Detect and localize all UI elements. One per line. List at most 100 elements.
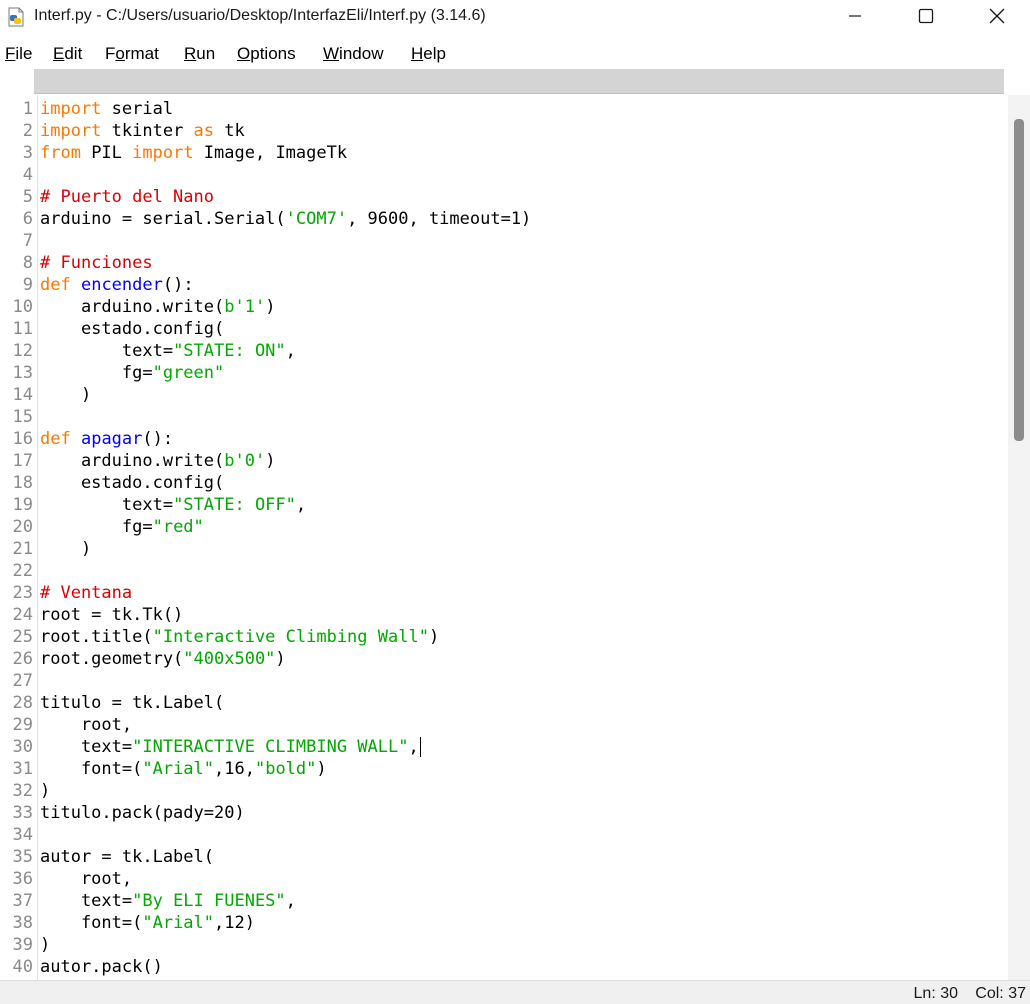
scrollbar-thumb[interactable] xyxy=(1014,119,1024,441)
code-line: import serial xyxy=(40,98,173,120)
code-line: from PIL import Image, ImageTk xyxy=(40,142,347,164)
line-number: 29 xyxy=(12,715,33,735)
maximize-button[interactable] xyxy=(891,0,961,32)
code-line: ) xyxy=(40,384,91,406)
line-number: 24 xyxy=(12,605,33,625)
code-line: arduino.write(b'1') xyxy=(40,296,276,318)
code-token: root = tk.Tk() xyxy=(40,605,184,625)
menu-file[interactable]: File xyxy=(5,44,32,64)
code-token: ) xyxy=(316,759,327,779)
code-line: arduino.write(b'0') xyxy=(40,450,276,472)
close-icon xyxy=(989,8,1005,24)
line-number: 28 xyxy=(12,693,33,713)
code-token: ) xyxy=(265,451,276,471)
menu-options[interactable]: Options xyxy=(237,44,296,64)
vertical-scrollbar[interactable] xyxy=(1008,95,1030,980)
code-token: serial xyxy=(101,99,174,119)
menu-edit[interactable]: Edit xyxy=(53,44,82,64)
code-token: arduino.write( xyxy=(40,297,225,317)
code-token: ,12) xyxy=(214,913,255,933)
code-token: , 9600, timeout=1) xyxy=(347,209,532,229)
code-context-bar xyxy=(34,69,1004,94)
code-line: # Funciones xyxy=(40,252,153,274)
code-token: tkinter xyxy=(101,121,194,141)
code-token: ) xyxy=(40,781,51,801)
code-token: autor.pack() xyxy=(40,957,163,977)
code-line: font=("Arial",12) xyxy=(40,912,255,934)
code-token: font=( xyxy=(40,913,143,933)
code-token: , xyxy=(408,737,419,757)
line-number: 32 xyxy=(12,781,33,801)
code-token: fg= xyxy=(40,363,153,383)
code-line: ) xyxy=(40,934,50,956)
code-line: text="STATE: ON", xyxy=(40,340,296,362)
code-token: b'0' xyxy=(224,451,266,471)
code-token: "STATE: ON" xyxy=(173,341,286,361)
code-token: "By ELI FUENES" xyxy=(132,891,286,911)
code-line: root.title("Interactive Climbing Wall") xyxy=(40,626,439,648)
code-token: root.title( xyxy=(40,627,153,647)
code-line: arduino = serial.Serial('COM7', 9600, ti… xyxy=(40,208,531,230)
code-token: ) xyxy=(40,539,92,559)
minimize-button[interactable] xyxy=(820,0,890,32)
line-number: 8 xyxy=(22,253,33,273)
line-number: 7 xyxy=(22,231,33,251)
code-line: import tkinter as tk xyxy=(40,120,245,142)
code-token: text= xyxy=(40,495,174,515)
menu-run[interactable]: Run xyxy=(184,44,215,64)
code-token: "INTERACTIVE CLIMBING WALL" xyxy=(132,737,409,757)
code-token: "Arial" xyxy=(142,759,215,779)
line-number: 36 xyxy=(12,869,33,889)
code-token: , xyxy=(285,341,296,361)
line-number: 18 xyxy=(12,473,33,493)
code-token: fg= xyxy=(40,517,153,537)
code-token: estado.config( xyxy=(40,319,225,339)
line-number: 20 xyxy=(12,517,33,537)
close-button[interactable] xyxy=(962,0,1030,32)
code-line: ) xyxy=(40,780,50,802)
code-token: def xyxy=(40,275,71,295)
code-token: # Ventana xyxy=(40,583,133,603)
line-number: 30 xyxy=(12,737,33,757)
code-token: import xyxy=(132,143,194,163)
minimize-icon xyxy=(849,15,861,17)
code-editor[interactable]: import serial import tkinter as tk from PI… xyxy=(40,95,1005,980)
code-token: import xyxy=(40,121,102,141)
code-line: fg="green" xyxy=(40,362,224,384)
code-token: 'COM7' xyxy=(285,209,348,229)
code-line: text="STATE: OFF", xyxy=(40,494,306,516)
code-token: titulo.pack(pady=20) xyxy=(40,803,245,823)
menu-format[interactable]: Format xyxy=(105,44,159,64)
code-token: estado.config( xyxy=(40,473,225,493)
code-token: titulo = tk.Label( xyxy=(40,693,225,713)
line-number: 3 xyxy=(22,143,33,163)
code-line: fg="red" xyxy=(40,516,204,538)
line-number: 14 xyxy=(12,385,33,405)
code-token: , xyxy=(285,891,296,911)
line-number: 22 xyxy=(12,561,33,581)
code-line: root, xyxy=(40,868,132,890)
code-line: def encender(): xyxy=(40,274,194,296)
code-token: (): xyxy=(142,429,174,449)
menu-help[interactable]: Help xyxy=(411,44,446,64)
code-token: text= xyxy=(40,341,174,361)
line-number: 5 xyxy=(22,187,33,207)
code-line: estado.config( xyxy=(40,472,224,494)
code-line: def apagar(): xyxy=(40,428,173,450)
title-bar: Interf.py - C:/Users/usuario/Desktop/Int… xyxy=(0,0,1030,36)
line-number: 38 xyxy=(12,913,33,933)
code-token: apagar xyxy=(80,429,143,449)
menu-window[interactable]: Window xyxy=(323,44,383,64)
python-file-icon xyxy=(8,7,24,27)
line-number: 39 xyxy=(12,935,33,955)
code-token: ) xyxy=(40,935,51,955)
code-token: encender xyxy=(80,275,163,295)
code-token: b'1' xyxy=(224,297,266,317)
code-line: text="By ELI FUENES", xyxy=(40,890,296,912)
status-line-number: Ln: 30 xyxy=(913,985,958,1002)
status-bar: Ln: 30 Col: 37 xyxy=(0,980,1030,1004)
code-token: root.geometry( xyxy=(40,649,184,669)
line-number: 11 xyxy=(12,319,33,339)
